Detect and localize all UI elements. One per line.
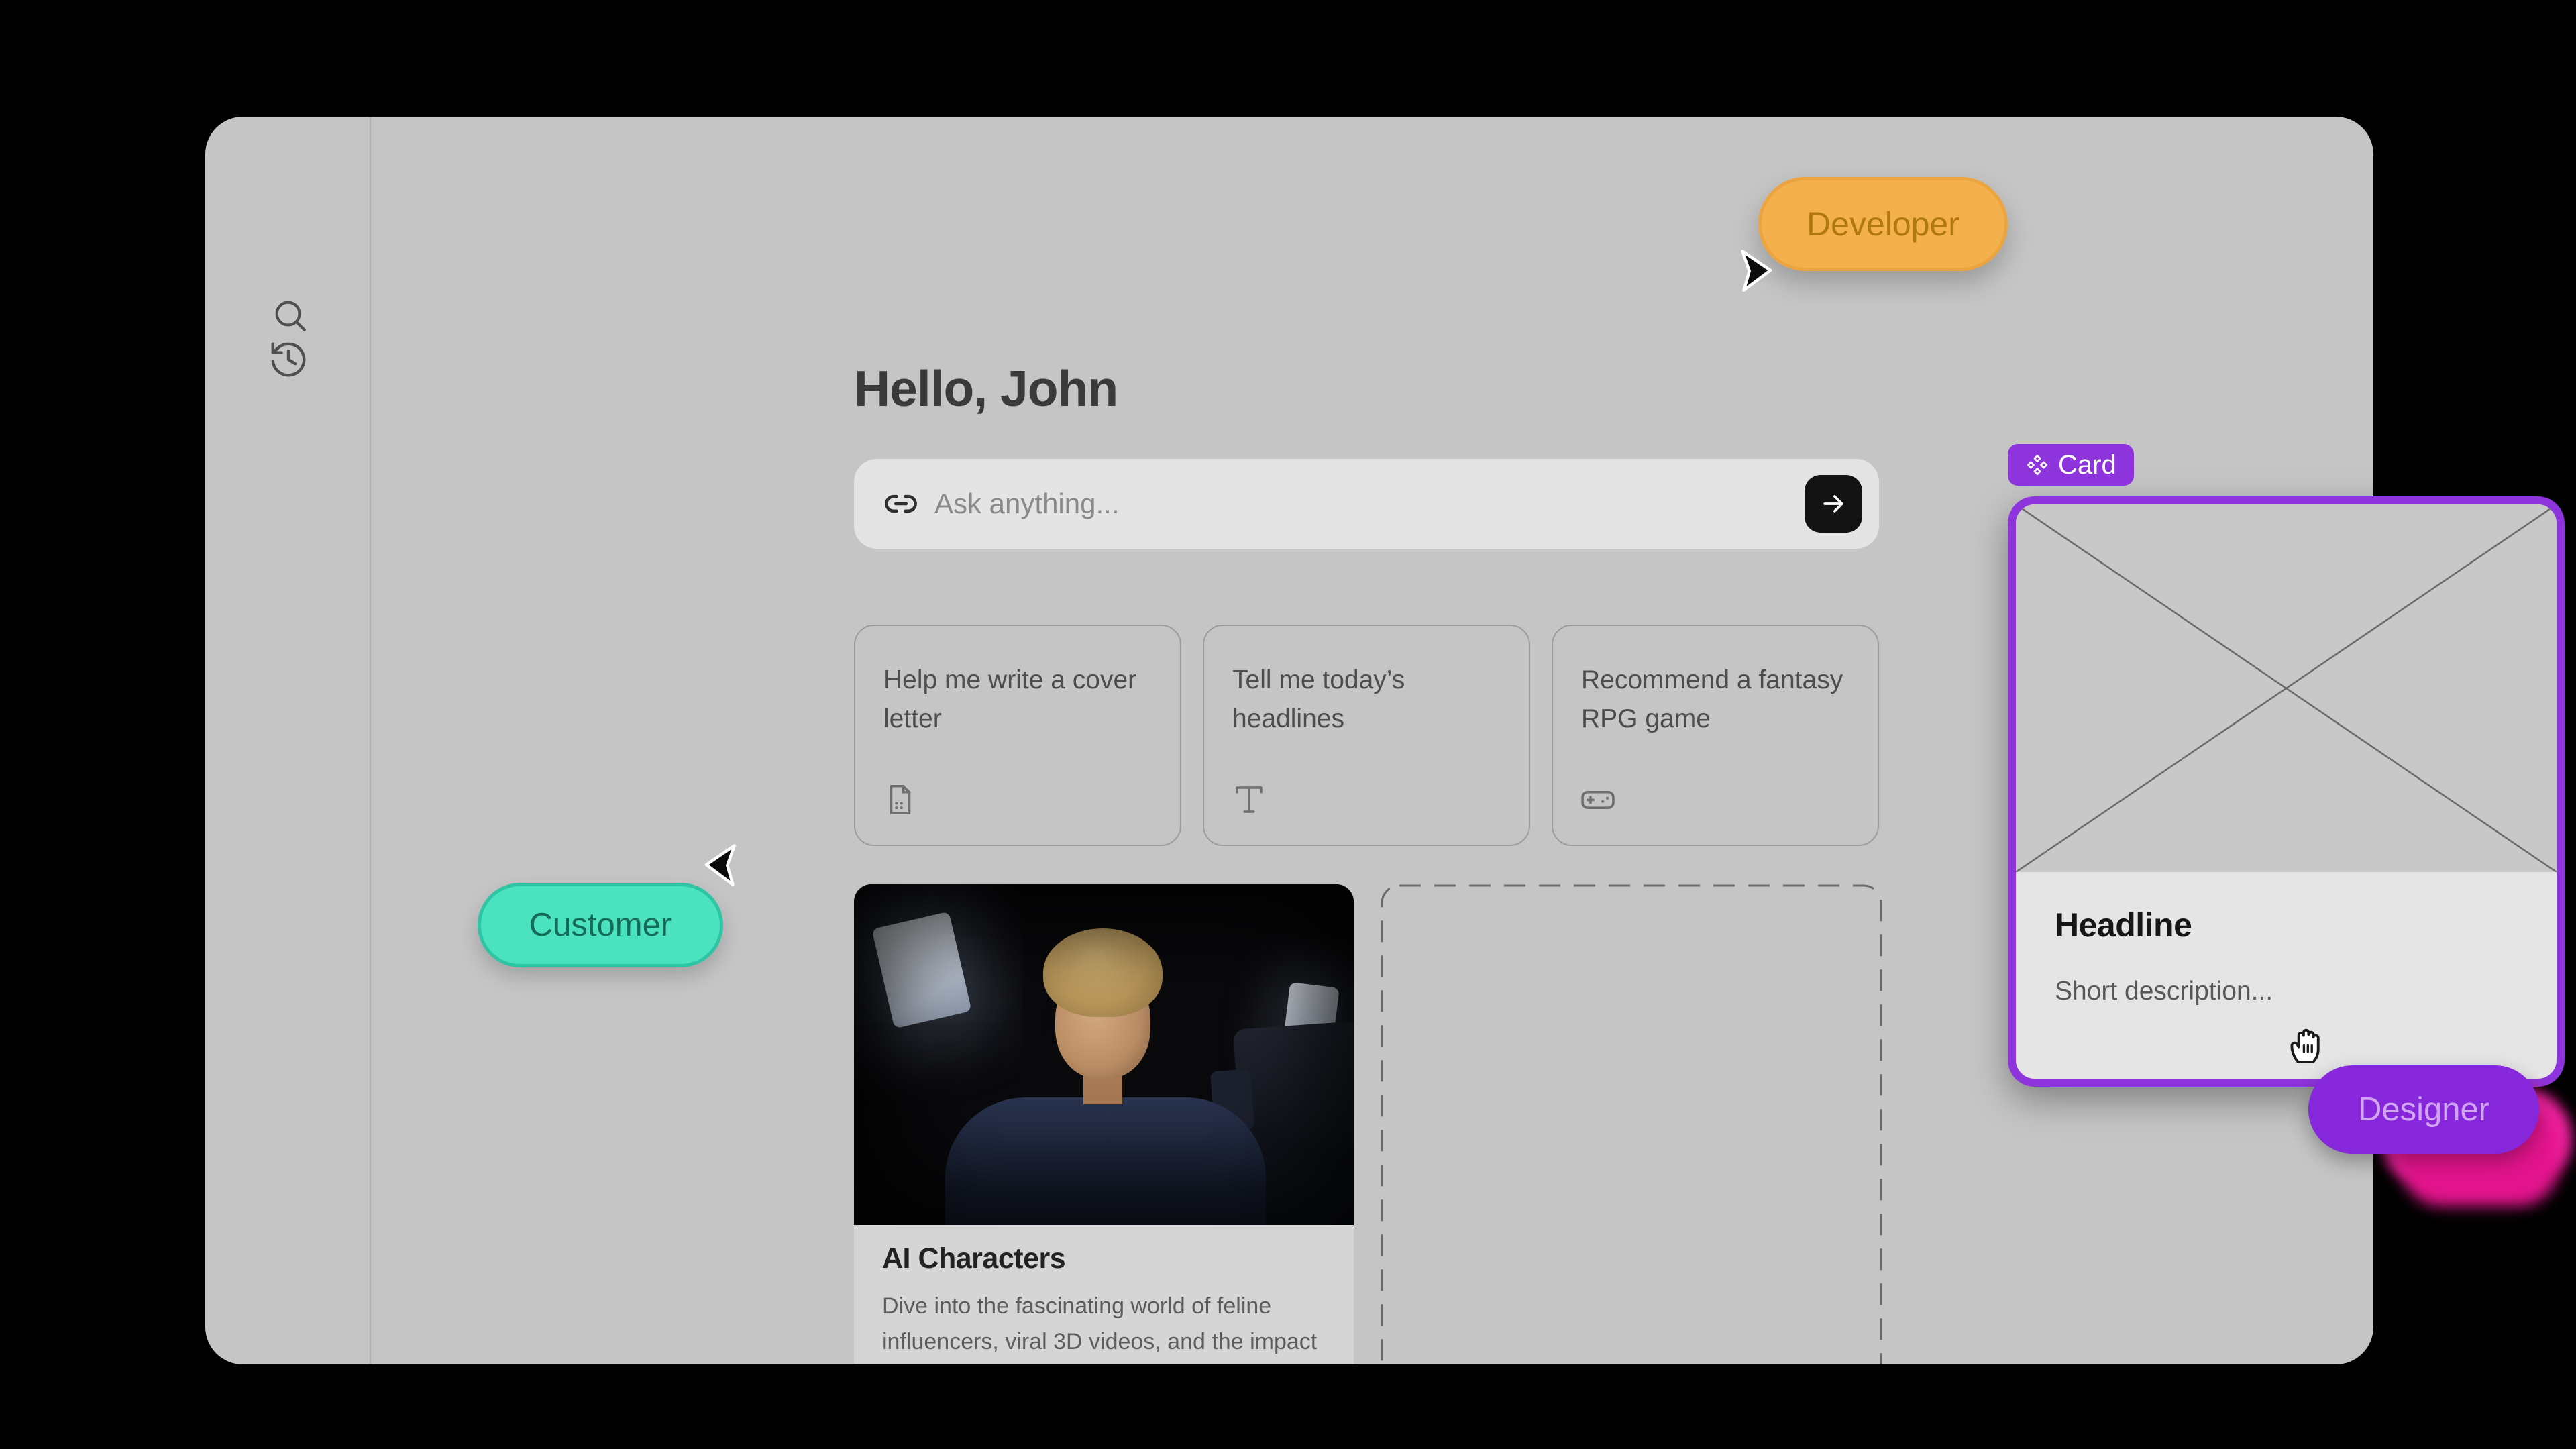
developer-cursor-icon [1736,248,1774,296]
history-icon [268,339,309,380]
send-button[interactable] [1805,475,1862,533]
collaborator-pill-developer[interactable]: Developer [1758,177,2008,271]
component-icon [2025,453,2049,477]
history-button[interactable] [268,339,309,380]
empty-slot-placeholder [1381,884,1882,1364]
search-icon [270,296,309,335]
ai-card-title: AI Characters [882,1242,1324,1275]
component-badge-label: Card [2058,450,2116,480]
component-badge[interactable]: Card [2008,444,2134,486]
ask-input[interactable] [934,488,1879,520]
sidebar-divider [370,117,371,1364]
ai-characters-photo [854,884,1354,1225]
customer-cursor-icon [703,843,741,890]
grab-cursor-icon [2282,1020,2330,1071]
suggestion-label: Help me write a cover letter [855,626,1180,738]
arrow-right-icon [1819,489,1848,519]
suggestion-label: Tell me today’s headlines [1204,626,1529,738]
collab-canvas: Hello, John Help me write a cover letter [0,0,2576,1449]
card-description: Short description... [2055,977,2557,1006]
suggestion-label: Recommend a fantasy RPG game [1553,626,1878,738]
dragged-card-component[interactable]: Headline Short description... [2008,496,2565,1087]
collaborator-pill-customer[interactable]: Customer [478,883,723,967]
collaborator-label: Developer [1807,205,1960,244]
search-button[interactable] [270,296,309,335]
suggestion-rpg-game[interactable]: Recommend a fantasy RPG game [1552,625,1879,846]
file-icon [882,782,918,818]
collaborator-label: Designer [2358,1091,2489,1128]
suggestion-headlines[interactable]: Tell me today’s headlines [1203,625,1530,846]
gamepad-icon [1580,782,1616,818]
page-title: Hello, John [854,360,1118,417]
ai-characters-card[interactable]: AI Characters Dive into the fascinating … [854,884,1354,1364]
collaborator-pill-designer[interactable]: Designer [2308,1065,2539,1154]
card-headline: Headline [2055,906,2557,945]
attach-link-icon[interactable] [883,486,918,521]
collaborator-label: Customer [529,906,672,944]
image-placeholder [2016,504,2557,872]
suggestion-cover-letter[interactable]: Help me write a cover letter [854,625,1181,846]
type-icon [1231,782,1267,818]
ai-card-description: Dive into the fascinating world of felin… [882,1289,1324,1364]
ask-input-bar[interactable] [854,459,1879,549]
